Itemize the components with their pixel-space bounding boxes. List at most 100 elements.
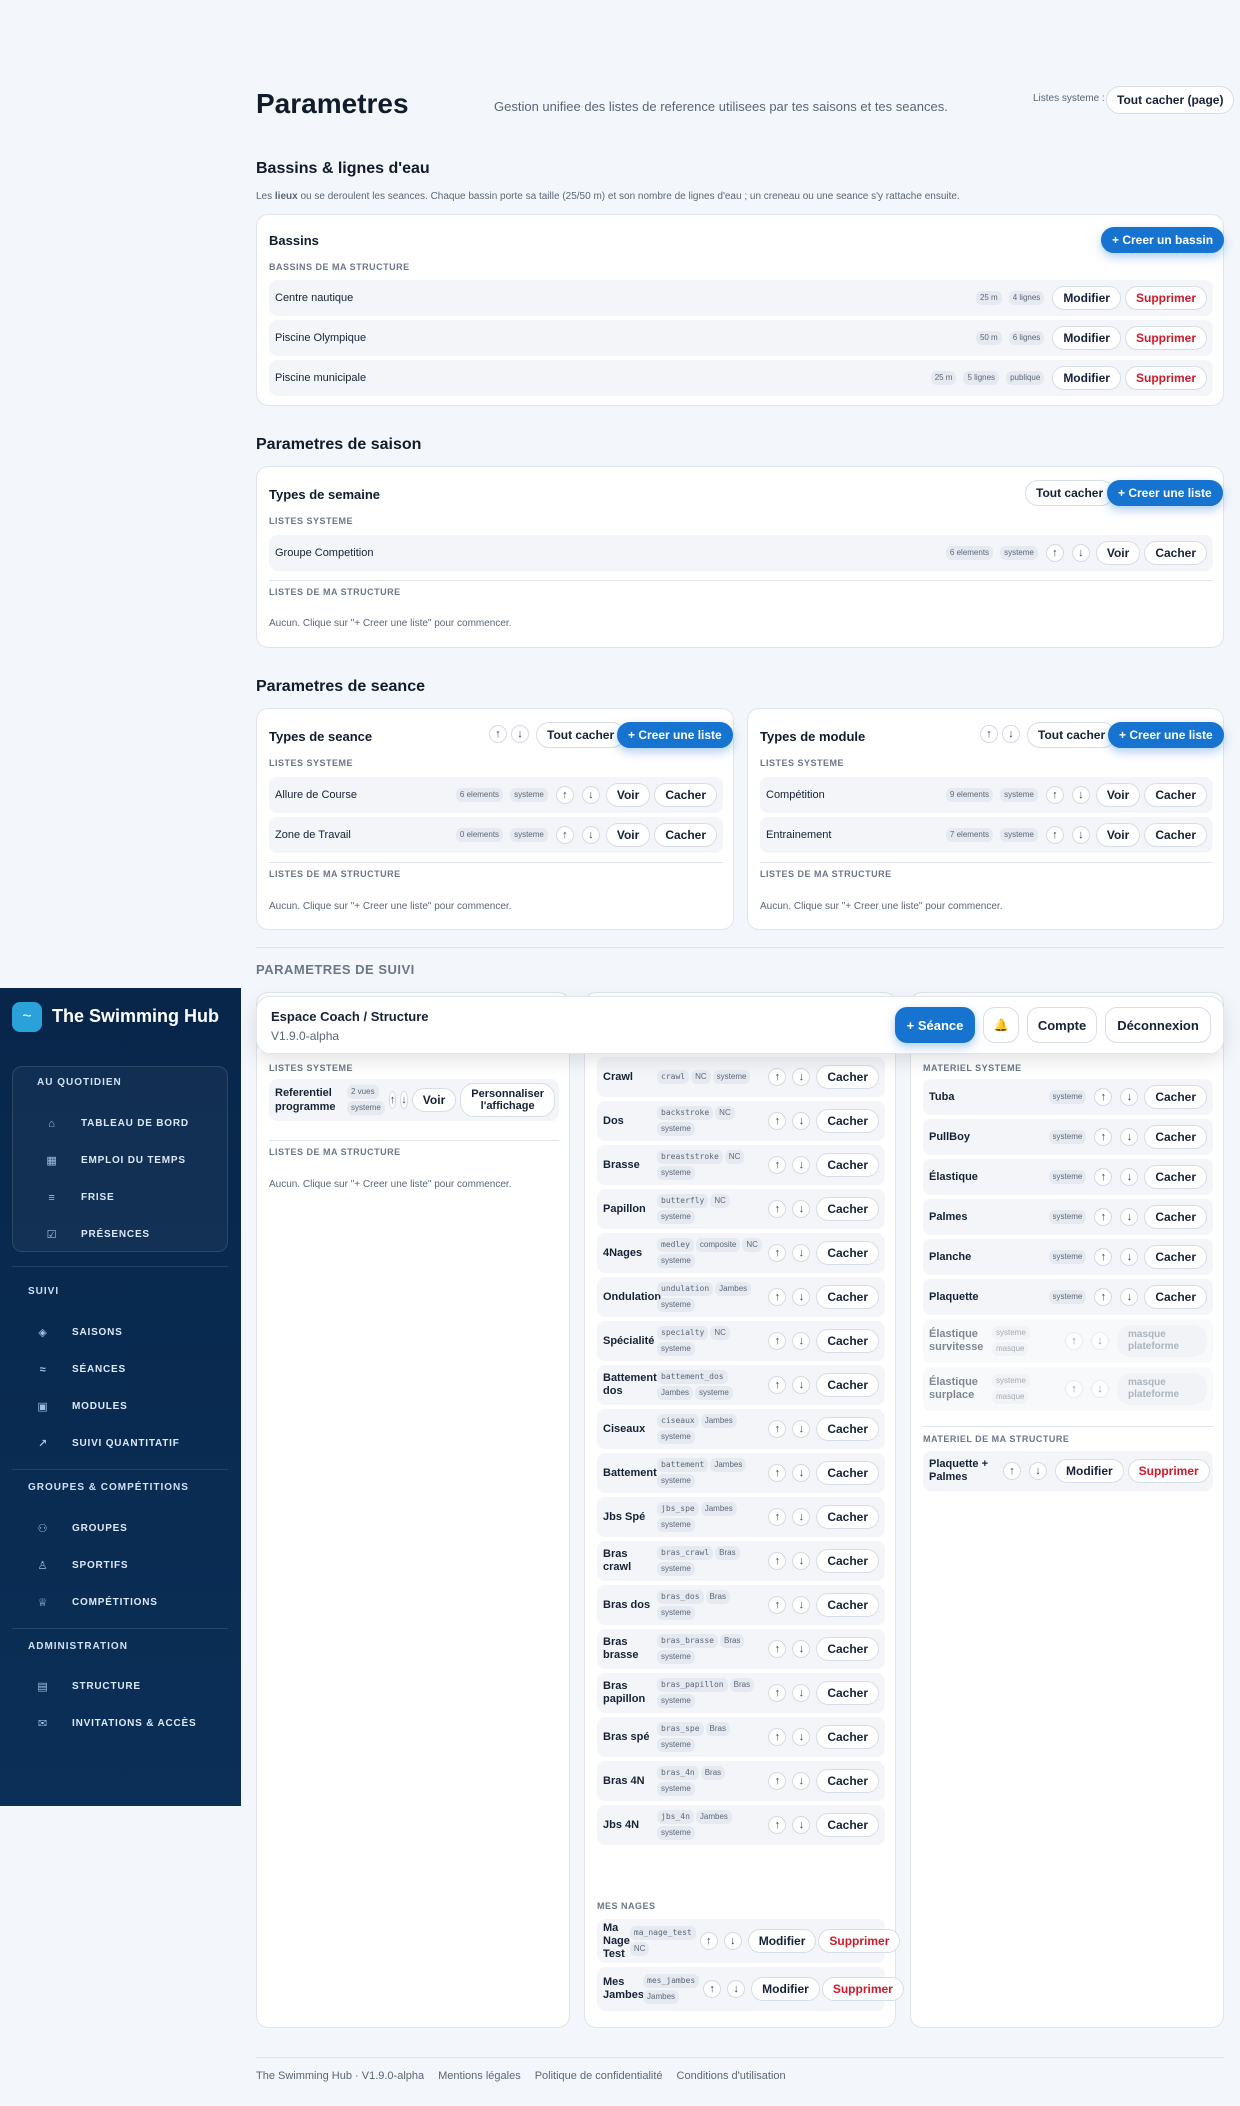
delete-button[interactable]: Supprimer bbox=[821, 1977, 904, 2001]
delete-button[interactable]: Supprimer bbox=[1124, 366, 1207, 390]
move-down-icon[interactable]: ↓ bbox=[792, 1772, 811, 1790]
move-up-icon[interactable]: ↑ bbox=[1094, 1248, 1113, 1266]
hide-button[interactable]: Cacher bbox=[816, 1241, 879, 1265]
move-down-icon[interactable]: ↓ bbox=[792, 1200, 811, 1218]
move-up-icon[interactable]: ↑ bbox=[768, 1244, 787, 1262]
hide-button[interactable]: Cacher bbox=[816, 1329, 879, 1353]
move-up-icon[interactable]: ↑ bbox=[388, 1091, 397, 1109]
move-down-icon[interactable]: ↓ bbox=[792, 1244, 811, 1262]
hide-button[interactable]: Cacher bbox=[1144, 823, 1207, 847]
hide-button[interactable]: Cacher bbox=[1144, 1245, 1207, 1269]
move-down-icon[interactable]: ↓ bbox=[1120, 1088, 1139, 1106]
move-down-icon[interactable]: ↓ bbox=[1002, 725, 1020, 743]
move-up-icon[interactable]: ↑ bbox=[1094, 1128, 1113, 1146]
move-up-icon[interactable]: ↑ bbox=[1045, 826, 1064, 844]
edit-button[interactable]: Modifier bbox=[1052, 366, 1121, 390]
move-up-icon[interactable]: ↑ bbox=[768, 1464, 787, 1482]
edit-button[interactable]: Modifier bbox=[751, 1977, 820, 2001]
move-up-icon[interactable]: ↑ bbox=[1094, 1168, 1113, 1186]
hide-button[interactable]: Cacher bbox=[816, 1461, 879, 1485]
move-up-icon[interactable]: ↑ bbox=[768, 1640, 787, 1658]
hide-button[interactable]: Cacher bbox=[816, 1153, 879, 1177]
edit-button[interactable]: Modifier bbox=[1052, 326, 1121, 350]
move-up-icon[interactable]: ↑ bbox=[1045, 786, 1064, 804]
sidebar-item-emploi-du-temps[interactable]: ▦ EMPLOI DU TEMPS bbox=[45, 1142, 225, 1179]
week-types-create-button[interactable]: + Creer une liste bbox=[1107, 480, 1223, 506]
customize-display-button[interactable]: Personnaliser l'affichage bbox=[460, 1083, 556, 1117]
move-down-icon[interactable]: ↓ bbox=[581, 786, 600, 804]
new-session-button[interactable]: + Séance bbox=[895, 1007, 975, 1043]
sidebar-item-tableau-de-bord[interactable]: ⌂ TABLEAU DE BORD bbox=[45, 1105, 225, 1142]
view-button[interactable]: Voir bbox=[605, 823, 651, 847]
hide-button[interactable]: Cacher bbox=[816, 1549, 879, 1573]
move-down-icon[interactable]: ↓ bbox=[1120, 1208, 1139, 1226]
move-down-icon[interactable]: ↓ bbox=[581, 826, 600, 844]
move-down-icon[interactable]: ↓ bbox=[792, 1640, 811, 1658]
sidebar-item-pr-sences[interactable]: ☑ PRÉSENCES bbox=[45, 1216, 225, 1253]
hide-button[interactable]: Cacher bbox=[1144, 1285, 1207, 1309]
move-up-icon[interactable]: ↑ bbox=[768, 1112, 787, 1130]
move-up-icon[interactable]: ↑ bbox=[768, 1552, 787, 1570]
hide-button[interactable]: Cacher bbox=[816, 1725, 879, 1749]
hide-all-page-button[interactable]: Tout cacher (page) bbox=[1106, 86, 1235, 114]
move-up-icon[interactable]: ↑ bbox=[1094, 1208, 1113, 1226]
move-down-icon[interactable]: ↓ bbox=[792, 1332, 811, 1350]
module-types-hide-all-button[interactable]: Tout cacher bbox=[1027, 722, 1117, 748]
move-down-icon[interactable]: ↓ bbox=[792, 1728, 811, 1746]
move-down-icon[interactable]: ↓ bbox=[400, 1091, 408, 1109]
move-up-icon[interactable]: ↑ bbox=[1094, 1288, 1113, 1306]
delete-button[interactable]: Supprimer bbox=[1124, 286, 1207, 310]
move-down-icon[interactable]: ↓ bbox=[792, 1112, 811, 1130]
move-down-icon[interactable]: ↓ bbox=[792, 1596, 811, 1614]
bell-icon[interactable]: 🔔 bbox=[983, 1007, 1019, 1043]
sidebar-item-saisons[interactable]: ◈ SAISONS bbox=[36, 1314, 226, 1351]
move-down-icon[interactable]: ↓ bbox=[1120, 1248, 1139, 1266]
move-up-icon[interactable]: ↑ bbox=[768, 1816, 787, 1834]
edit-button[interactable]: Modifier bbox=[1055, 1459, 1124, 1483]
hide-button[interactable]: Cacher bbox=[816, 1593, 879, 1617]
sidebar-item-frise[interactable]: ≡ FRISE bbox=[45, 1179, 225, 1216]
move-down-icon[interactable]: ↓ bbox=[792, 1376, 811, 1394]
view-button[interactable]: Voir bbox=[605, 783, 651, 807]
sidebar-item-modules[interactable]: ▣ MODULES bbox=[36, 1388, 226, 1425]
move-up-icon[interactable]: ↑ bbox=[1065, 1380, 1083, 1398]
move-down-icon[interactable]: ↓ bbox=[792, 1464, 811, 1482]
delete-button[interactable]: Supprimer bbox=[1124, 326, 1207, 350]
terms-link[interactable]: Conditions d'utilisation bbox=[677, 2070, 786, 2082]
hide-button[interactable]: Cacher bbox=[816, 1769, 879, 1793]
week-types-hide-all-button[interactable]: Tout cacher bbox=[1025, 480, 1115, 506]
move-down-icon[interactable]: ↓ bbox=[792, 1156, 811, 1174]
session-types-hide-all-button[interactable]: Tout cacher bbox=[536, 722, 626, 748]
hide-button[interactable]: Cacher bbox=[816, 1637, 879, 1661]
move-down-icon[interactable]: ↓ bbox=[1120, 1128, 1139, 1146]
hide-button[interactable]: Cacher bbox=[1144, 783, 1207, 807]
sidebar-item-suivi-quantitatif[interactable]: ↗ SUIVI QUANTITATIF bbox=[36, 1425, 226, 1462]
move-up-icon[interactable]: ↑ bbox=[768, 1200, 787, 1218]
hide-button[interactable]: Cacher bbox=[654, 823, 717, 847]
session-types-create-button[interactable]: + Creer une liste bbox=[617, 722, 733, 748]
move-up-icon[interactable]: ↑ bbox=[768, 1596, 787, 1614]
hide-button[interactable]: Cacher bbox=[816, 1681, 879, 1705]
edit-button[interactable]: Modifier bbox=[747, 1929, 817, 1953]
account-button[interactable]: Compte bbox=[1027, 1007, 1097, 1043]
move-up-icon[interactable]: ↑ bbox=[768, 1728, 787, 1746]
hide-button[interactable]: Cacher bbox=[816, 1373, 879, 1397]
move-up-icon[interactable]: ↑ bbox=[768, 1156, 787, 1174]
move-down-icon[interactable]: ↓ bbox=[1120, 1168, 1139, 1186]
hide-button[interactable]: Cacher bbox=[816, 1065, 879, 1089]
move-down-icon[interactable]: ↓ bbox=[792, 1288, 811, 1306]
view-button[interactable]: Voir bbox=[1095, 783, 1141, 807]
move-down-icon[interactable]: ↓ bbox=[1091, 1332, 1109, 1350]
hide-button[interactable]: Cacher bbox=[1144, 1085, 1207, 1109]
move-down-icon[interactable]: ↓ bbox=[1071, 544, 1090, 562]
move-up-icon[interactable]: ↑ bbox=[768, 1508, 787, 1526]
create-basin-button[interactable]: + Creer un bassin bbox=[1101, 227, 1225, 253]
hide-button[interactable]: Cacher bbox=[816, 1417, 879, 1441]
move-down-icon[interactable]: ↓ bbox=[792, 1508, 811, 1526]
move-up-icon[interactable]: ↑ bbox=[1045, 544, 1064, 562]
move-down-icon[interactable]: ↓ bbox=[1071, 786, 1090, 804]
move-up-icon[interactable]: ↑ bbox=[768, 1420, 787, 1438]
move-up-icon[interactable]: ↑ bbox=[703, 1980, 722, 1998]
move-up-icon[interactable]: ↑ bbox=[699, 1932, 718, 1950]
move-up-icon[interactable]: ↑ bbox=[768, 1332, 787, 1350]
